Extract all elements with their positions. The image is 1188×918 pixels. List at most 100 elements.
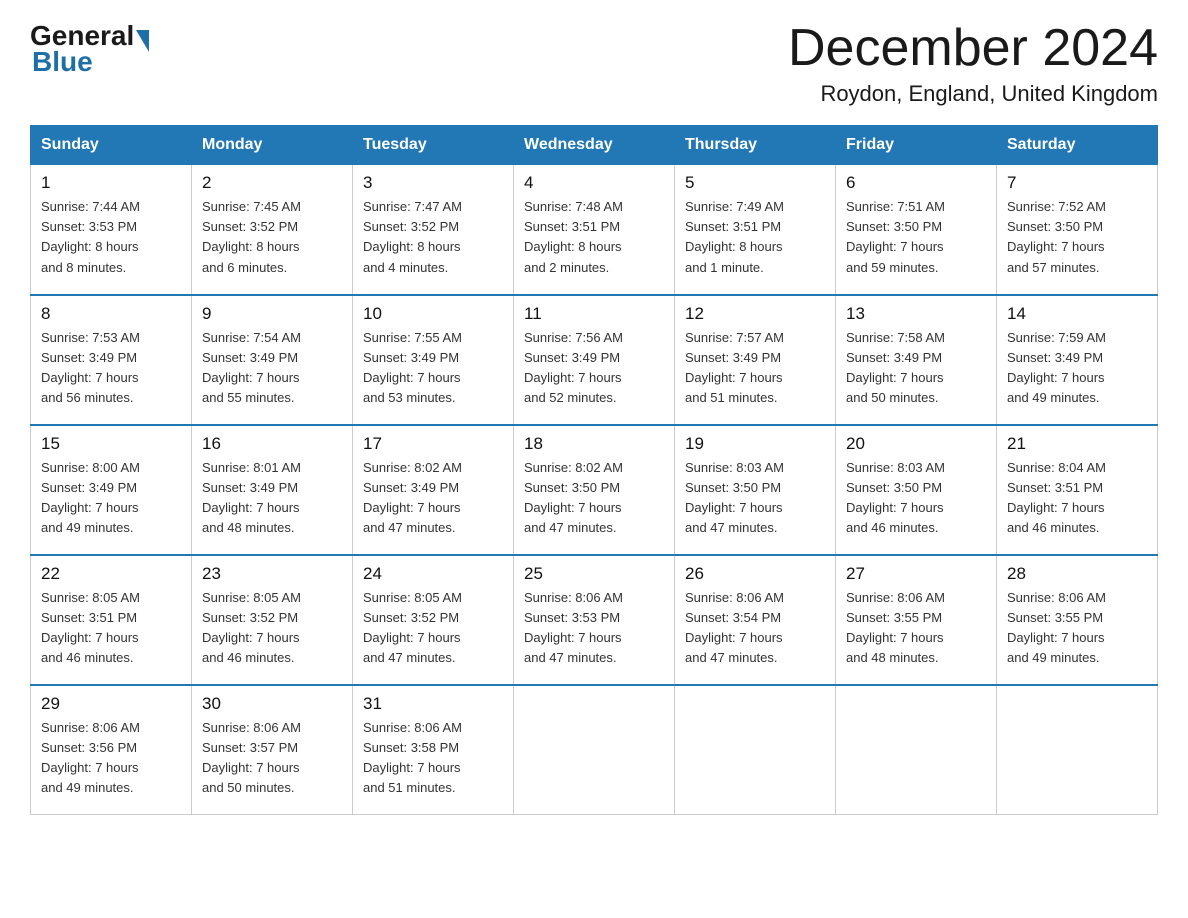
day-info: Sunrise: 8:04 AM Sunset: 3:51 PM Dayligh… [1007,458,1147,539]
day-number: 1 [41,173,181,193]
column-header-tuesday: Tuesday [353,126,514,165]
day-number: 26 [685,564,825,584]
day-info: Sunrise: 8:06 AM Sunset: 3:55 PM Dayligh… [846,588,986,669]
day-number: 7 [1007,173,1147,193]
column-header-saturday: Saturday [997,126,1158,165]
day-info: Sunrise: 7:55 AM Sunset: 3:49 PM Dayligh… [363,328,503,409]
calendar-header-row: SundayMondayTuesdayWednesdayThursdayFrid… [31,126,1158,165]
calendar-cell: 22 Sunrise: 8:05 AM Sunset: 3:51 PM Dayli… [31,555,192,685]
day-number: 6 [846,173,986,193]
day-info: Sunrise: 7:53 AM Sunset: 3:49 PM Dayligh… [41,328,181,409]
day-number: 9 [202,304,342,324]
day-info: Sunrise: 8:06 AM Sunset: 3:53 PM Dayligh… [524,588,664,669]
day-info: Sunrise: 8:06 AM Sunset: 3:54 PM Dayligh… [685,588,825,669]
day-number: 31 [363,694,503,714]
day-number: 17 [363,434,503,454]
title-section: December 2024 Roydon, England, United Ki… [788,20,1158,107]
day-info: Sunrise: 7:48 AM Sunset: 3:51 PM Dayligh… [524,197,664,278]
calendar-cell: 6Sunrise: 7:51 AM Sunset: 3:50 PM Daylig… [836,165,997,295]
calendar-cell: 24 Sunrise: 8:05 AM Sunset: 3:52 PM Dayli… [353,555,514,685]
column-header-sunday: Sunday [31,126,192,165]
day-number: 28 [1007,564,1147,584]
calendar-cell [997,685,1158,815]
day-info: Sunrise: 8:02 AM Sunset: 3:49 PM Dayligh… [363,458,503,539]
calendar-cell: 8 Sunrise: 7:53 AM Sunset: 3:49 PM Daylig… [31,295,192,425]
calendar-title: December 2024 [788,20,1158,77]
day-info: Sunrise: 7:57 AM Sunset: 3:49 PM Dayligh… [685,328,825,409]
day-number: 24 [363,564,503,584]
calendar-cell: 17 Sunrise: 8:02 AM Sunset: 3:49 PM Dayli… [353,425,514,555]
day-number: 22 [41,564,181,584]
day-number: 16 [202,434,342,454]
calendar-week-row: 22 Sunrise: 8:05 AM Sunset: 3:51 PM Dayli… [31,555,1158,685]
day-number: 12 [685,304,825,324]
day-info: Sunrise: 8:01 AM Sunset: 3:49 PM Dayligh… [202,458,342,539]
calendar-cell: 16 Sunrise: 8:01 AM Sunset: 3:49 PM Dayli… [192,425,353,555]
page-header: General Blue December 2024 Roydon, Engla… [30,20,1158,107]
day-info: Sunrise: 8:06 AM Sunset: 3:56 PM Dayligh… [41,718,181,799]
day-number: 10 [363,304,503,324]
calendar-cell: 2Sunrise: 7:45 AM Sunset: 3:52 PM Daylig… [192,165,353,295]
day-number: 4 [524,173,664,193]
calendar-cell: 21Sunrise: 8:04 AM Sunset: 3:51 PM Dayli… [997,425,1158,555]
logo-triangle-icon [136,30,149,52]
calendar-subtitle: Roydon, England, United Kingdom [788,81,1158,107]
calendar-table: SundayMondayTuesdayWednesdayThursdayFrid… [30,125,1158,815]
calendar-cell: 11 Sunrise: 7:56 AM Sunset: 3:49 PM Dayli… [514,295,675,425]
day-number: 5 [685,173,825,193]
column-header-wednesday: Wednesday [514,126,675,165]
day-info: Sunrise: 7:44 AM Sunset: 3:53 PM Dayligh… [41,197,181,278]
calendar-cell: 7Sunrise: 7:52 AM Sunset: 3:50 PM Daylig… [997,165,1158,295]
calendar-cell: 18 Sunrise: 8:02 AM Sunset: 3:50 PM Dayli… [514,425,675,555]
day-info: Sunrise: 8:06 AM Sunset: 3:58 PM Dayligh… [363,718,503,799]
calendar-cell: 14 Sunrise: 7:59 AM Sunset: 3:49 PM Dayli… [997,295,1158,425]
day-info: Sunrise: 8:05 AM Sunset: 3:51 PM Dayligh… [41,588,181,669]
calendar-cell: 1 Sunrise: 7:44 AM Sunset: 3:53 PM Daylig… [31,165,192,295]
column-header-friday: Friday [836,126,997,165]
day-number: 18 [524,434,664,454]
day-info: Sunrise: 8:05 AM Sunset: 3:52 PM Dayligh… [202,588,342,669]
day-info: Sunrise: 8:05 AM Sunset: 3:52 PM Dayligh… [363,588,503,669]
calendar-cell: 9 Sunrise: 7:54 AM Sunset: 3:49 PM Daylig… [192,295,353,425]
day-number: 3 [363,173,503,193]
day-info: Sunrise: 8:03 AM Sunset: 3:50 PM Dayligh… [846,458,986,539]
day-info: Sunrise: 8:06 AM Sunset: 3:55 PM Dayligh… [1007,588,1147,669]
calendar-cell: 31 Sunrise: 8:06 AM Sunset: 3:58 PM Dayli… [353,685,514,815]
calendar-cell: 15Sunrise: 8:00 AM Sunset: 3:49 PM Dayli… [31,425,192,555]
day-number: 25 [524,564,664,584]
day-number: 14 [1007,304,1147,324]
logo: General Blue [30,20,149,78]
day-info: Sunrise: 7:47 AM Sunset: 3:52 PM Dayligh… [363,197,503,278]
calendar-week-row: 1 Sunrise: 7:44 AM Sunset: 3:53 PM Daylig… [31,165,1158,295]
calendar-cell: 13 Sunrise: 7:58 AM Sunset: 3:49 PM Dayli… [836,295,997,425]
day-info: Sunrise: 7:54 AM Sunset: 3:49 PM Dayligh… [202,328,342,409]
day-number: 30 [202,694,342,714]
day-info: Sunrise: 8:06 AM Sunset: 3:57 PM Dayligh… [202,718,342,799]
day-number: 13 [846,304,986,324]
day-number: 15 [41,434,181,454]
calendar-week-row: 8 Sunrise: 7:53 AM Sunset: 3:49 PM Daylig… [31,295,1158,425]
calendar-cell: 27Sunrise: 8:06 AM Sunset: 3:55 PM Dayli… [836,555,997,685]
calendar-cell: 29Sunrise: 8:06 AM Sunset: 3:56 PM Dayli… [31,685,192,815]
calendar-cell: 3 Sunrise: 7:47 AM Sunset: 3:52 PM Daylig… [353,165,514,295]
day-info: Sunrise: 7:59 AM Sunset: 3:49 PM Dayligh… [1007,328,1147,409]
day-number: 11 [524,304,664,324]
calendar-cell: 25 Sunrise: 8:06 AM Sunset: 3:53 PM Dayli… [514,555,675,685]
day-number: 19 [685,434,825,454]
calendar-cell: 4 Sunrise: 7:48 AM Sunset: 3:51 PM Daylig… [514,165,675,295]
calendar-week-row: 29Sunrise: 8:06 AM Sunset: 3:56 PM Dayli… [31,685,1158,815]
day-number: 8 [41,304,181,324]
calendar-cell [675,685,836,815]
calendar-cell: 20 Sunrise: 8:03 AM Sunset: 3:50 PM Dayli… [836,425,997,555]
logo-blue-text: Blue [32,46,93,78]
column-header-monday: Monday [192,126,353,165]
calendar-cell: 5Sunrise: 7:49 AM Sunset: 3:51 PM Daylig… [675,165,836,295]
calendar-cell [836,685,997,815]
calendar-cell: 12 Sunrise: 7:57 AM Sunset: 3:49 PM Dayli… [675,295,836,425]
column-header-thursday: Thursday [675,126,836,165]
day-info: Sunrise: 7:56 AM Sunset: 3:49 PM Dayligh… [524,328,664,409]
calendar-cell: 23Sunrise: 8:05 AM Sunset: 3:52 PM Dayli… [192,555,353,685]
day-info: Sunrise: 7:58 AM Sunset: 3:49 PM Dayligh… [846,328,986,409]
day-info: Sunrise: 8:02 AM Sunset: 3:50 PM Dayligh… [524,458,664,539]
day-number: 20 [846,434,986,454]
